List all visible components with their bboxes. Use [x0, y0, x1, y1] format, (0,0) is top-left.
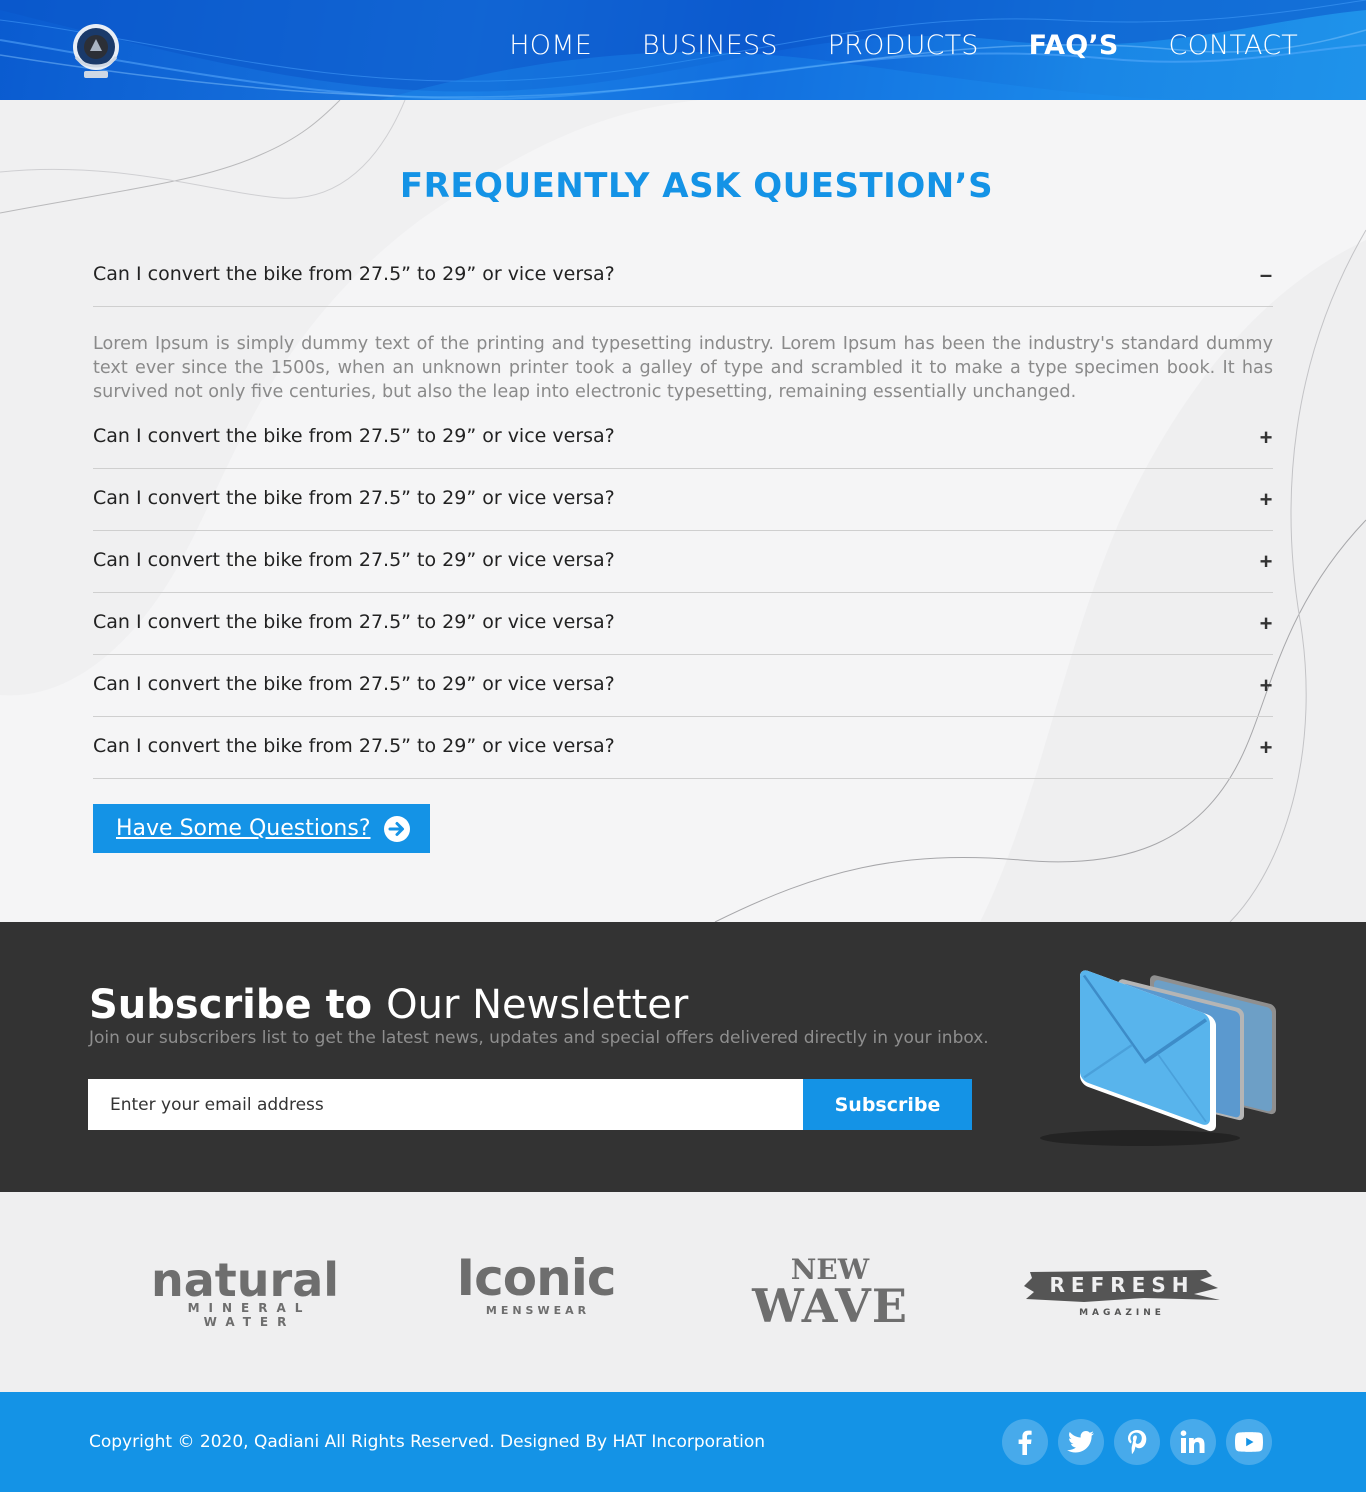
pinterest-icon	[1128, 1430, 1147, 1455]
twitter-link[interactable]	[1058, 1419, 1104, 1465]
facebook-icon	[1018, 1430, 1032, 1455]
newsletter-title: Subscribe to Our Newsletter	[89, 982, 688, 1028]
faq-item[interactable]: Can I convert the bike from 27.5” to 29”…	[93, 250, 1273, 307]
pinterest-link[interactable]	[1114, 1419, 1160, 1465]
brand-logos: natural MINERAL WATER Iconic MENSWEAR NE…	[0, 1192, 1366, 1392]
nav-contact[interactable]: CONTACT	[1169, 30, 1298, 61]
main-nav: HOME BUSINESS PRODUCTS FAQ’S CONTACT	[509, 30, 1298, 61]
linkedin-icon	[1180, 1430, 1205, 1453]
brand-new-wave-logo[interactable]: NEW WAVE	[745, 1256, 915, 1333]
site-footer: Copyright © 2020, Qadiani All Rights Res…	[0, 1392, 1366, 1492]
collapse-icon[interactable]: –	[1259, 262, 1273, 288]
logo-emblem-icon	[73, 24, 119, 78]
newsletter-subtitle: Join our subscribers list to get the lat…	[89, 1028, 989, 1048]
subscribe-button[interactable]: Subscribe	[803, 1079, 972, 1130]
email-input[interactable]	[88, 1079, 804, 1130]
logo[interactable]	[70, 17, 122, 83]
brand-wave-bottom: WAVE	[752, 1279, 908, 1333]
expand-icon[interactable]: +	[1259, 425, 1273, 451]
envelope-stack-icon	[1040, 970, 1276, 1146]
site-header: HOME BUSINESS PRODUCTS FAQ’S CONTACT	[0, 0, 1366, 100]
brand-refresh-tagline: MAGAZINE	[1079, 1308, 1165, 1318]
expand-icon[interactable]: +	[1259, 673, 1273, 699]
faq-item[interactable]: Can I convert the bike from 27.5” to 29”…	[93, 717, 1273, 779]
have-questions-label: Have Some Questions?	[116, 816, 371, 841]
faq-item[interactable]: Can I convert the bike from 27.5” to 29”…	[93, 469, 1273, 531]
nav-products[interactable]: PRODUCTS	[828, 30, 979, 61]
nav-faqs[interactable]: FAQ’S	[1029, 30, 1119, 61]
faq-item[interactable]: Can I convert the bike from 27.5” to 29”…	[93, 412, 1273, 469]
expand-icon[interactable]: +	[1259, 549, 1273, 575]
faq-question[interactable]: Can I convert the bike from 27.5” to 29”…	[93, 611, 615, 633]
expand-icon[interactable]: +	[1259, 611, 1273, 637]
newsletter-section: Subscribe to Our Newsletter Join our sub…	[0, 922, 1366, 1192]
nav-home[interactable]: HOME	[509, 30, 592, 61]
expand-icon[interactable]: +	[1259, 735, 1273, 761]
copyright-text: Copyright © 2020, Qadiani All Rights Res…	[89, 1432, 766, 1452]
faq-question[interactable]: Can I convert the bike from 27.5” to 29”…	[93, 735, 615, 757]
faq-section: FREQUENTLY ASK QUESTION’S Can I convert …	[0, 100, 1366, 922]
social-links	[1002, 1419, 1272, 1465]
faq-question[interactable]: Can I convert the bike from 27.5” to 29”…	[93, 263, 615, 285]
newsletter-title-light: Our Newsletter	[386, 982, 689, 1028]
have-questions-button[interactable]: Have Some Questions?	[93, 804, 430, 853]
faq-question[interactable]: Can I convert the bike from 27.5” to 29”…	[93, 549, 615, 571]
faq-answer: Lorem Ipsum is simply dummy text of the …	[93, 334, 1273, 402]
faq-question[interactable]: Can I convert the bike from 27.5” to 29”…	[93, 425, 615, 447]
faq-title: FREQUENTLY ASK QUESTION’S	[399, 166, 994, 206]
newsletter-title-strong: Subscribe to	[89, 982, 373, 1028]
youtube-link[interactable]	[1226, 1419, 1272, 1465]
arrow-right-circle-icon	[384, 816, 410, 842]
faq-question[interactable]: Can I convert the bike from 27.5” to 29”…	[93, 673, 615, 695]
youtube-icon	[1235, 1432, 1263, 1452]
brand-natural-name: natural	[150, 1253, 340, 1307]
brand-refresh-logo[interactable]: REFRESH MAGAZINE	[1022, 1266, 1222, 1320]
linkedin-link[interactable]	[1170, 1419, 1216, 1465]
faq-item[interactable]: Can I convert the bike from 27.5” to 29”…	[93, 531, 1273, 593]
faq-item[interactable]: Can I convert the bike from 27.5” to 29”…	[93, 593, 1273, 655]
expand-icon[interactable]: +	[1259, 487, 1273, 513]
brand-refresh-name: REFRESH	[1049, 1273, 1195, 1297]
brand-iconic-name: Iconic	[456, 1249, 617, 1307]
faq-question[interactable]: Can I convert the bike from 27.5” to 29”…	[93, 487, 615, 509]
brand-iconic-logo[interactable]: Iconic MENSWEAR	[446, 1252, 626, 1317]
facebook-link[interactable]	[1002, 1419, 1048, 1465]
nav-business[interactable]: BUSINESS	[642, 30, 778, 61]
twitter-icon	[1067, 1431, 1094, 1453]
faq-item[interactable]: Can I convert the bike from 27.5” to 29”…	[93, 655, 1273, 717]
brand-natural-logo[interactable]: natural MINERAL WATER	[140, 1256, 350, 1329]
